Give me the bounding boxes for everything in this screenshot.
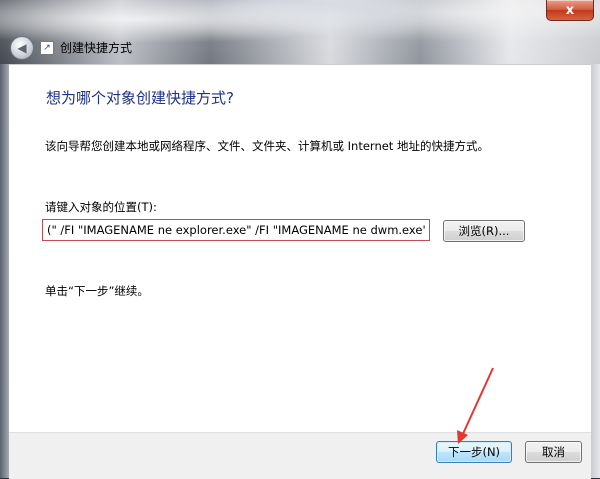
shortcut-wizard-icon: ↗ [40,41,54,55]
close-icon: x [565,2,575,18]
browse-button[interactable]: 浏览(R)... [443,220,525,242]
location-input[interactable] [42,219,430,241]
window-frame-left [0,64,9,478]
close-button[interactable]: x [546,0,594,21]
wizard-footer: 下一步(N) 取消 [9,432,591,479]
window-title: 创建快捷方式 [60,41,133,55]
cancel-button[interactable]: 取消 [525,441,582,463]
next-hint: 单击“下一步”继续。 [45,284,149,298]
wizard-content: 想为哪个对象创建快捷方式? 该向导帮您创建本地或网络程序、文件、文件夹、计算机或… [9,64,591,433]
page-heading: 想为哪个对象创建快捷方式? [46,89,234,107]
wizard-description: 该向导帮您创建本地或网络程序、文件、文件夹、计算机或 Internet 地址的快… [45,139,489,153]
back-button[interactable]: ◀ [10,36,34,60]
window-frame-right [591,64,600,478]
location-label: 请键入对象的位置(T): [45,200,157,214]
back-arrow-icon: ◀ [17,41,27,55]
next-button[interactable]: 下一步(N) [436,441,512,463]
